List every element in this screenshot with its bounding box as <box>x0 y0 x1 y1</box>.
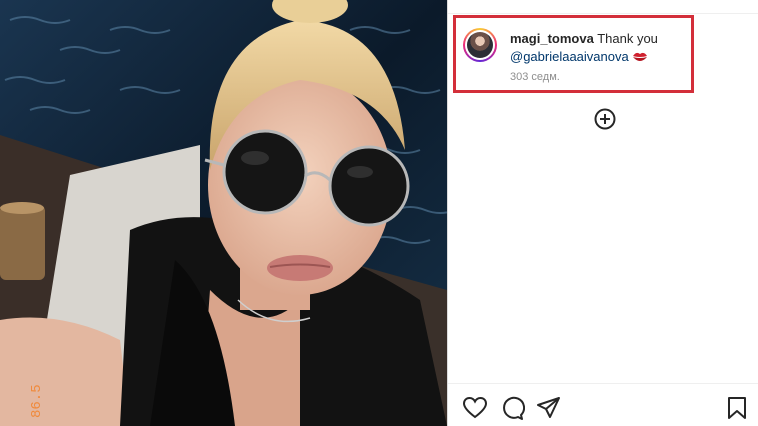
comments-panel: magi_tomova Thank you @gabrielaaaivanova… <box>448 0 758 426</box>
comment-icon[interactable] <box>499 395 526 421</box>
avatar[interactable] <box>463 28 497 62</box>
comment-mention[interactable]: @gabrielaaaivanova <box>510 49 629 64</box>
send-icon[interactable] <box>536 395 562 421</box>
avatar-image <box>467 32 493 58</box>
selfie-illustration: 86.5 <box>0 0 447 426</box>
heart-icon[interactable] <box>462 395 488 421</box>
actions-divider <box>448 383 758 384</box>
plus-circle-icon[interactable] <box>594 108 616 130</box>
kiss-mark-icon <box>632 50 648 69</box>
bookmark-icon[interactable] <box>724 395 750 421</box>
header-divider <box>448 13 758 14</box>
svg-text:86.5: 86.5 <box>29 384 45 418</box>
post-photo: 86.5 <box>0 0 447 426</box>
comment-username[interactable]: magi_tomova <box>510 31 594 46</box>
comment-text: magi_tomova Thank you @gabrielaaaivanova <box>510 30 680 69</box>
comment-body: Thank you <box>597 31 658 46</box>
comment-timestamp[interactable]: 303 седм. <box>510 71 560 83</box>
